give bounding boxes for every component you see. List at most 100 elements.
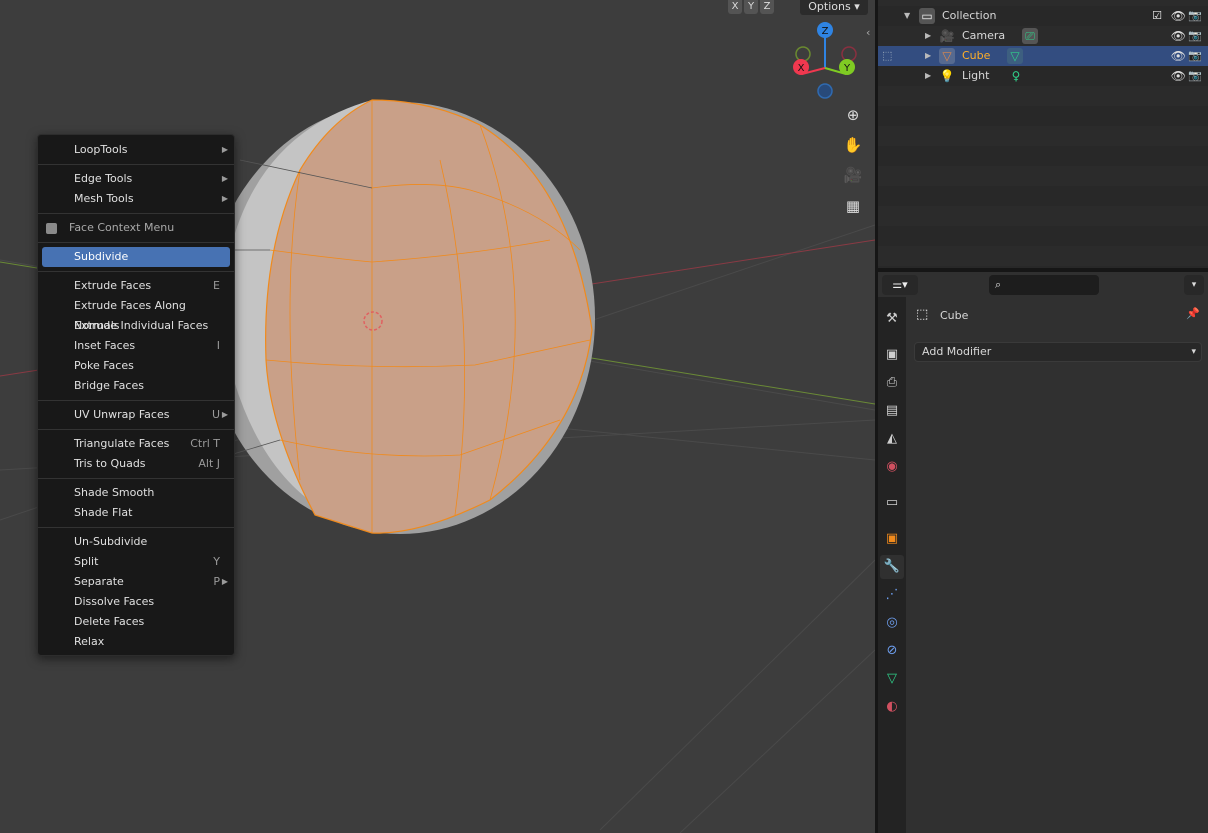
- tab-tool-icon[interactable]: ⚒: [880, 307, 904, 331]
- render-camera-icon[interactable]: 📷: [1188, 46, 1202, 66]
- menu-item-dissolve-faces[interactable]: Dissolve Faces: [42, 592, 230, 612]
- menu-item-relax[interactable]: Relax: [42, 632, 230, 652]
- tab-scene-icon[interactable]: ◭: [880, 427, 904, 451]
- menu-item-looptools[interactable]: LoopTools ▶: [42, 140, 230, 160]
- menu-item-label: Poke Faces: [74, 359, 134, 372]
- axis-toggle-x[interactable]: X: [728, 0, 742, 14]
- light-data-icon[interactable]: ♀: [1008, 68, 1024, 84]
- properties-editor: ⚌▾ ⌕ ▾ ⚒ ▣ ⎙ ▤ ◭ ◉ ▭ ▣ 🔧 ⋰ ◎ ⊘ ▽ ◐ ⬚ Cube 📌 Add Modif…: [878, 272, 1208, 833]
- grid-ortho-icon[interactable]: ▦: [841, 194, 865, 218]
- outliner-row-light[interactable]: ▶ 💡 Light ♀ 👁 📷: [878, 66, 1208, 86]
- mesh-data-icon[interactable]: ▽: [1007, 48, 1023, 64]
- menu-item-triangulate-faces[interactable]: Triangulate Faces Ctrl T: [42, 434, 230, 454]
- edit-mode-icon[interactable]: ⬚: [882, 46, 892, 66]
- menu-item-extrude-faces-along-normals[interactable]: Extrude Faces Along Normals: [42, 296, 230, 332]
- eye-icon[interactable]: 👁: [1171, 46, 1186, 66]
- pin-icon[interactable]: 📌: [1186, 307, 1200, 320]
- editor-type-dropdown[interactable]: ⚌▾: [882, 275, 918, 295]
- menu-item-label: Relax: [74, 635, 105, 648]
- submenu-arrow-icon: ▶: [221, 145, 228, 154]
- tab-render-icon[interactable]: ▣: [880, 343, 904, 367]
- menu-item-extrude-faces[interactable]: Extrude Faces E: [42, 276, 230, 296]
- menu-item-label: Extrude Individual Faces: [74, 319, 209, 332]
- outliner: ▼ ▭ Collection ☑ 👁 📷 ▶ 🎥 Camera ⎚ 👁 📷 ⬚ ▶ …: [878, 0, 1208, 268]
- menu-item-delete-faces[interactable]: Delete Faces: [42, 612, 230, 632]
- outliner-row-camera[interactable]: ▶ 🎥 Camera ⎚ 👁 📷: [878, 26, 1208, 46]
- axis-toggle-y[interactable]: Y: [744, 0, 758, 14]
- hand-pan-icon[interactable]: ✋: [841, 133, 865, 157]
- menu-item-label: Split: [74, 555, 99, 568]
- sidebar-toggle-chevron-icon[interactable]: ‹: [866, 26, 870, 39]
- options-dropdown[interactable]: Options ▾: [800, 0, 868, 15]
- tab-material-icon[interactable]: ◐: [880, 695, 904, 719]
- menu-item-mesh-tools[interactable]: Mesh Tools ▶: [42, 189, 230, 209]
- menu-item-poke-faces[interactable]: Poke Faces: [42, 356, 230, 376]
- submenu-arrow-icon: ▶: [221, 174, 228, 183]
- menu-item-label: Un-Subdivide: [74, 535, 148, 548]
- menu-item-label: Tris to Quads: [74, 457, 146, 470]
- camera-view-icon[interactable]: 🎥: [841, 163, 865, 187]
- menu-separator: [38, 271, 234, 272]
- menu-item-label: Separate: [74, 575, 124, 588]
- options-label: Options: [808, 0, 851, 13]
- submenu-arrow-icon: ▶: [221, 194, 228, 203]
- gizmo-x-label: X: [798, 63, 805, 74]
- menu-item-shade-smooth[interactable]: Shade Smooth: [42, 483, 230, 503]
- outliner-label: Cube: [962, 49, 991, 62]
- menu-item-label: Bridge Faces: [74, 379, 144, 392]
- menu-item-edge-tools[interactable]: Edge Tools ▶: [42, 169, 230, 189]
- menu-separator: [38, 400, 234, 401]
- eye-icon[interactable]: 👁: [1171, 6, 1186, 26]
- tab-world-icon[interactable]: ◉: [880, 455, 904, 479]
- menu-item-label: Mesh Tools: [74, 192, 134, 205]
- tab-view-layer-icon[interactable]: ▤: [880, 399, 904, 423]
- options-chevron-icon[interactable]: ▾: [1184, 275, 1204, 295]
- tab-physics-icon[interactable]: ◎: [880, 611, 904, 635]
- mesh-object-icon: ▽: [939, 48, 955, 64]
- camera-data-icon[interactable]: ⎚: [1022, 28, 1038, 44]
- menu-item-inset-faces[interactable]: Inset Faces I: [42, 336, 230, 356]
- shortcut-label: E: [213, 279, 220, 292]
- shortcut-label: Alt J: [198, 457, 220, 470]
- zoom-icon[interactable]: ⊕: [841, 103, 865, 127]
- menu-item-uv-unwrap-faces[interactable]: UV Unwrap Faces U ▶: [42, 405, 230, 425]
- properties-search-input[interactable]: ⌕: [989, 275, 1099, 295]
- render-camera-icon[interactable]: 📷: [1188, 26, 1202, 46]
- menu-item-label: Inset Faces: [74, 339, 136, 352]
- shortcut-label: U: [211, 408, 220, 421]
- menu-separator: [38, 527, 234, 528]
- render-camera-icon[interactable]: 📷: [1188, 66, 1202, 86]
- menu-item-label: Extrude Faces: [74, 279, 152, 292]
- tab-particles-icon[interactable]: ⋰: [880, 583, 904, 607]
- menu-item-separate[interactable]: Separate P ▶: [42, 572, 230, 592]
- render-camera-icon[interactable]: 📷: [1188, 6, 1202, 26]
- navigation-gizmo[interactable]: Z X Y: [790, 20, 860, 102]
- outliner-label: Collection: [942, 9, 997, 22]
- menu-item-shade-flat[interactable]: Shade Flat: [42, 503, 230, 523]
- menu-item-un-subdivide[interactable]: Un-Subdivide: [42, 532, 230, 552]
- tab-collection-icon[interactable]: ▭: [880, 491, 904, 515]
- eye-icon[interactable]: 👁: [1171, 26, 1186, 46]
- tab-object-icon[interactable]: ▣: [880, 527, 904, 551]
- checkbox-icon[interactable]: ☑: [1152, 6, 1162, 26]
- outliner-row-collection[interactable]: ▼ ▭ Collection ☑ 👁 📷: [878, 6, 1208, 26]
- axis-toggle-z[interactable]: Z: [760, 0, 774, 14]
- add-modifier-dropdown[interactable]: Add Modifier ▾: [914, 342, 1202, 362]
- shortcut-label: P: [213, 575, 220, 588]
- gizmo-z-label: Z: [822, 26, 829, 37]
- menu-item-split[interactable]: Split Y: [42, 552, 230, 572]
- menu-item-label: Face Context Menu: [69, 221, 175, 234]
- menu-separator: [38, 478, 234, 479]
- tab-constraints-icon[interactable]: ⊘: [880, 639, 904, 663]
- menu-item-subdivide[interactable]: Subdivide: [42, 247, 230, 267]
- outliner-row-cube[interactable]: ⬚ ▶ ▽ Cube ▽ 👁 📷: [878, 46, 1208, 66]
- menu-item-extrude-individual-faces[interactable]: Extrude Individual Faces: [42, 316, 230, 336]
- menu-item-bridge-faces[interactable]: Bridge Faces: [42, 376, 230, 396]
- tab-output-icon[interactable]: ⎙: [880, 371, 904, 395]
- eye-icon[interactable]: 👁: [1171, 66, 1186, 86]
- tab-data-icon[interactable]: ▽: [880, 667, 904, 691]
- menu-item-tris-to-quads[interactable]: Tris to Quads Alt J: [42, 454, 230, 474]
- menu-item-label: Delete Faces: [74, 615, 145, 628]
- menu-item-label: Triangulate Faces: [74, 437, 170, 450]
- tab-modifiers-icon[interactable]: 🔧: [880, 555, 904, 579]
